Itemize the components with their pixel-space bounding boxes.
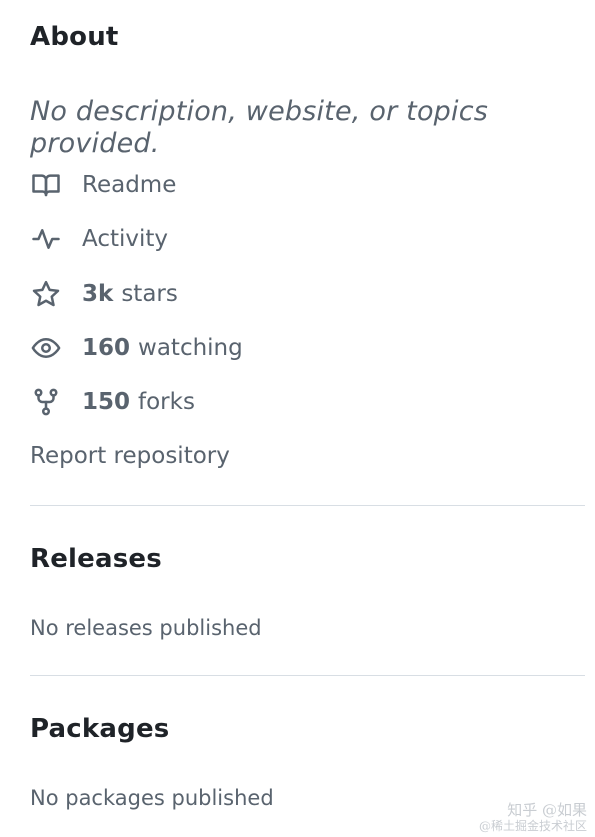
releases-empty-text: No releases published bbox=[30, 616, 262, 640]
watermark-zhihu: 知乎 @如果 bbox=[507, 800, 587, 819]
section-divider bbox=[30, 505, 585, 506]
book-icon bbox=[30, 169, 62, 201]
about-description: No description, website, or topics provi… bbox=[30, 96, 489, 160]
packages-empty-text: No packages published bbox=[30, 786, 274, 810]
packages-heading[interactable]: Packages bbox=[30, 716, 169, 742]
watermark-juejin: @稀土掘金技术社区 bbox=[478, 818, 587, 833]
watermark: 知乎 @如果 @稀土掘金技术社区 bbox=[479, 801, 587, 833]
stars-count: 3k bbox=[82, 281, 114, 307]
forks-label: forks bbox=[138, 389, 195, 415]
forks-link[interactable]: 150 forks bbox=[30, 387, 195, 417]
pulse-icon bbox=[30, 223, 62, 255]
watchers-link[interactable]: 160 watching bbox=[30, 333, 243, 363]
readme-label: Readme bbox=[82, 172, 177, 198]
section-divider bbox=[30, 675, 585, 676]
watchers-label: watching bbox=[138, 335, 243, 361]
watchers-count: 160 bbox=[82, 335, 131, 361]
stars-link[interactable]: 3k stars bbox=[30, 279, 178, 309]
fork-icon bbox=[30, 386, 62, 418]
star-icon bbox=[30, 278, 62, 310]
eye-icon bbox=[30, 332, 62, 364]
about-heading: About bbox=[30, 22, 119, 52]
activity-link[interactable]: Activity bbox=[30, 224, 168, 254]
activity-label: Activity bbox=[82, 226, 169, 252]
readme-link[interactable]: Readme bbox=[30, 170, 176, 200]
stars-label: stars bbox=[121, 281, 178, 307]
forks-count: 150 bbox=[82, 389, 131, 415]
repository-sidebar: About No description, website, or topics… bbox=[0, 0, 595, 837]
releases-heading[interactable]: Releases bbox=[30, 546, 162, 572]
report-repository-link[interactable]: Report repository bbox=[30, 443, 230, 469]
